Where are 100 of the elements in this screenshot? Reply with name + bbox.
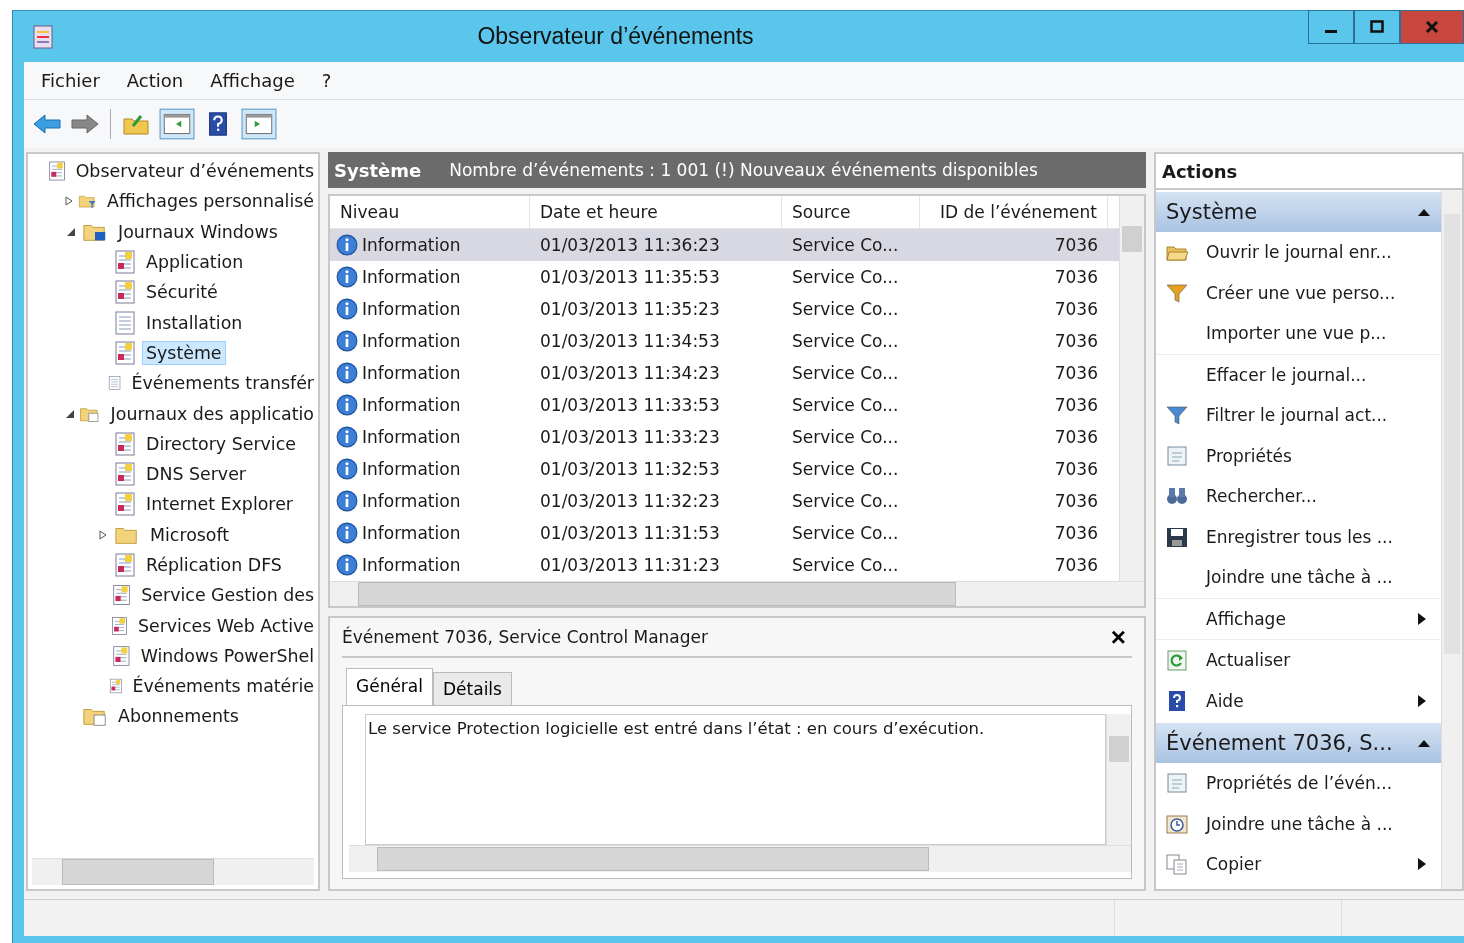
- tree-item[interactable]: DNS Server: [142, 462, 250, 487]
- log-title: Système: [334, 159, 422, 181]
- table-cell-text: Service Co...: [791, 459, 900, 479]
- tree-item[interactable]: Sécurité: [142, 280, 222, 305]
- close-button[interactable]: [1400, 10, 1464, 44]
- tree-item[interactable]: Installation: [142, 310, 247, 335]
- tree-item[interactable]: Windows PowerShel: [136, 643, 318, 668]
- table-cell-text: 01/03/2013 11:31:23: [539, 555, 721, 575]
- expander-icon[interactable]: [98, 529, 108, 540]
- menu-entry[interactable]: Actualiser: [1156, 640, 1441, 681]
- table-row[interactable]: Information 01/03/2013 11:36:23 Service Co... 7036: [330, 229, 1119, 261]
- menu-entry[interactable]: Effacer le journal...: [1156, 354, 1441, 395]
- table-cell-text: 7036: [1053, 459, 1099, 479]
- menu-entry[interactable]: Enregistrer tous les ...: [1156, 516, 1441, 557]
- table-row[interactable]: Information 01/03/2013 11:34:53 Service Co... 7036: [330, 325, 1119, 357]
- menu-entry[interactable]: Copier: [1156, 844, 1441, 885]
- section-header[interactable]: Événement 7036, S...: [1156, 723, 1441, 763]
- menu-item[interactable]: Affichage: [210, 70, 295, 91]
- horizontal-scrollbar[interactable]: [349, 845, 1131, 872]
- tree-item[interactable]: Journaux des applicatio: [106, 401, 318, 426]
- table-cell-text: 7036: [1053, 555, 1099, 575]
- menu-entry[interactable]: Aide: [1156, 680, 1441, 721]
- table-cell-text: Service Co...: [791, 427, 900, 447]
- tree-item[interactable]: Directory Service: [142, 431, 300, 456]
- table-cell-text: Service Co...: [791, 299, 900, 319]
- column-header[interactable]: ID de l’événement: [920, 196, 1108, 228]
- table-row[interactable]: Information 01/03/2013 11:35:23 Service Co... 7036: [330, 293, 1119, 325]
- menu-entry[interactable]: Propriétés: [1156, 435, 1441, 476]
- tree-item[interactable]: Abonnements: [114, 704, 243, 729]
- tree-item[interactable]: Événements matérie: [128, 674, 318, 699]
- event-count: Nombre d’événements : 1 001 (!) Nouveaux événements disponibles: [449, 160, 1038, 180]
- table-cell-text: 01/03/2013 11:33:53: [539, 395, 721, 415]
- menu-item[interactable]: Fichier: [41, 70, 100, 91]
- pane-icon[interactable]: [159, 108, 195, 140]
- column-header[interactable]: Date et heure: [530, 196, 782, 228]
- expander-icon[interactable]: [66, 226, 76, 237]
- tree-item[interactable]: Services Web Active: [133, 613, 318, 638]
- detail-title: Événement 7036, Service Control Manager: [342, 627, 709, 647]
- log-icon: [47, 159, 66, 184]
- info-icon: [336, 330, 358, 352]
- section-header[interactable]: Système: [1156, 192, 1441, 232]
- tree-item[interactable]: Observateur d’événements: [71, 159, 318, 184]
- collapse-icon[interactable]: [1417, 738, 1431, 748]
- table-cell: Information: [362, 491, 461, 511]
- table-row[interactable]: Information 01/03/2013 11:32:53 Service Co... 7036: [330, 453, 1119, 485]
- table-row[interactable]: Information 01/03/2013 11:33:53 Service Co... 7036: [330, 389, 1119, 421]
- tree-item[interactable]: Application: [142, 250, 248, 275]
- menu-entry[interactable]: Rechercher...: [1156, 476, 1441, 517]
- menu-entry[interactable]: Créer une vue perso...: [1156, 272, 1441, 313]
- table-cell-text: Service Co...: [791, 235, 900, 255]
- table-cell: Information: [362, 235, 461, 255]
- close-icon: [1425, 20, 1439, 34]
- tree-item[interactable]: Réplication DFS: [142, 553, 286, 577]
- menu-entry[interactable]: Filtrer le journal act...: [1156, 395, 1441, 436]
- table-cell-text: 7036: [1053, 363, 1099, 383]
- table-cell-text: 01/03/2013 11:32:53: [539, 459, 721, 479]
- tree-item[interactable]: Système: [142, 340, 226, 365]
- tree-item[interactable]: Service Gestion des: [137, 583, 318, 608]
- table-cell-text: 01/03/2013 11:32:23: [539, 491, 721, 511]
- vertical-scrollbar[interactable]: [1106, 714, 1131, 845]
- pane-icon[interactable]: [241, 108, 277, 140]
- tab[interactable]: Général: [346, 668, 433, 706]
- table-cell-text: 7036: [1053, 235, 1099, 255]
- table-cell: Information: [362, 299, 461, 319]
- tree-item[interactable]: Journaux Windows: [114, 219, 282, 244]
- minimize-button[interactable]: [1308, 10, 1354, 44]
- expander-icon[interactable]: [64, 196, 75, 207]
- vertical-scrollbar[interactable]: [1119, 196, 1144, 581]
- tab[interactable]: Détails: [433, 672, 512, 706]
- menu-item[interactable]: Action: [126, 70, 184, 91]
- table-row[interactable]: Information 01/03/2013 11:31:53 Service Co... 7036: [330, 517, 1119, 549]
- tree-item[interactable]: Événements transfér: [127, 371, 318, 396]
- menu-entry[interactable]: Ouvrir le journal enr...: [1156, 232, 1441, 273]
- maximize-button[interactable]: [1354, 10, 1400, 44]
- column-header[interactable]: Niveau: [330, 196, 530, 228]
- expander-icon[interactable]: [64, 408, 75, 419]
- vertical-scrollbar[interactable]: [1441, 190, 1462, 889]
- app-icon: [33, 24, 53, 49]
- table-row[interactable]: Information 01/03/2013 11:32:23 Service Co... 7036: [330, 485, 1119, 517]
- menu-item[interactable]: ?: [321, 70, 332, 91]
- table-row[interactable]: Information 01/03/2013 11:33:23 Service Co... 7036: [330, 421, 1119, 453]
- tree-item[interactable]: Microsoft: [146, 522, 234, 547]
- tree-item[interactable]: Internet Explorer: [142, 492, 297, 517]
- collapse-icon[interactable]: [1417, 207, 1431, 217]
- log-icon: [114, 340, 136, 365]
- menu-entry[interactable]: Propriétés de l’évén...: [1156, 763, 1441, 804]
- column-header[interactable]: Source: [782, 196, 920, 228]
- table-row[interactable]: Information 01/03/2013 11:31:23 Service Co... 7036: [330, 549, 1119, 581]
- menu-entry[interactable]: Joindre une tâche à ...: [1156, 803, 1441, 844]
- tree-item[interactable]: Affichages personnalisé: [103, 189, 318, 214]
- submenu-arrow-icon: [1417, 857, 1427, 872]
- horizontal-scrollbar[interactable]: [330, 581, 1144, 606]
- actions-title: Actions: [1156, 154, 1462, 190]
- table-row[interactable]: Information 01/03/2013 11:35:53 Service Co... 7036: [330, 261, 1119, 293]
- table-cell-text: 7036: [1053, 395, 1099, 415]
- table-cell-text: Service Co...: [791, 555, 900, 575]
- table-row[interactable]: Information 01/03/2013 11:34:23 Service Co... 7036: [330, 357, 1119, 389]
- close-button[interactable]: ×: [1104, 621, 1132, 653]
- table-cell-text: 01/03/2013 11:34:53: [539, 331, 721, 351]
- horizontal-scrollbar[interactable]: [32, 858, 314, 885]
